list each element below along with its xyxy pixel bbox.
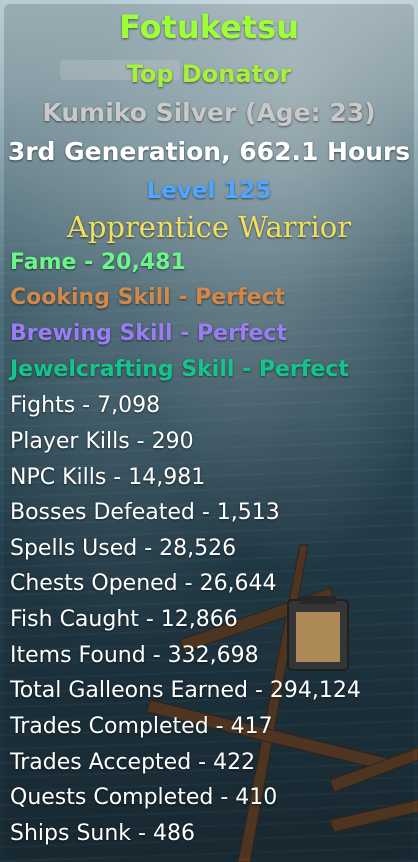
stat-trades-completed: Trades Completed - 417: [10, 714, 273, 739]
player-level: Level 125: [146, 178, 272, 204]
stat-ships-sunk: Ships Sunk - 486: [10, 821, 195, 846]
stat-spells-used: Spells Used - 28,526: [10, 536, 237, 561]
stat-total-galleons: Total Galleons Earned - 294,124: [10, 678, 361, 703]
fame-stat: Fame - 20,481: [10, 250, 186, 275]
stat-npc-kills: NPC Kills - 14,981: [10, 465, 206, 490]
stat-trades-accepted: Trades Accepted - 422: [10, 750, 256, 775]
cooking-skill: Cooking Skill - Perfect: [10, 285, 286, 310]
stat-items-found: Items Found - 332,698: [10, 643, 259, 668]
stat-fish-caught: Fish Caught - 12,866: [10, 607, 238, 632]
jewelcrafting-skill: Jewelcrafting Skill - Perfect: [10, 357, 349, 382]
stat-fights: Fights - 7,098: [10, 393, 161, 418]
stat-chests-opened: Chests Opened - 26,644: [10, 571, 277, 596]
player-stats: Fotuketsu Top Donator Kumiko Silver (Age…: [0, 0, 418, 862]
stat-quests-completed: Quests Completed - 410: [10, 785, 278, 810]
player-rank: Top Donator: [126, 60, 292, 88]
class-title: Apprentice Warrior: [66, 210, 352, 244]
stat-bosses-defeated: Bosses Defeated - 1,513: [10, 500, 280, 525]
stat-player-kills: Player Kills - 290: [10, 429, 194, 454]
brewing-skill: Brewing Skill - Perfect: [10, 321, 287, 346]
generation-hours: 3rd Generation, 662.1 Hours: [7, 137, 411, 166]
character-name-age: Kumiko Silver (Age: 23): [42, 98, 376, 127]
player-name: Fotuketsu: [119, 8, 299, 46]
